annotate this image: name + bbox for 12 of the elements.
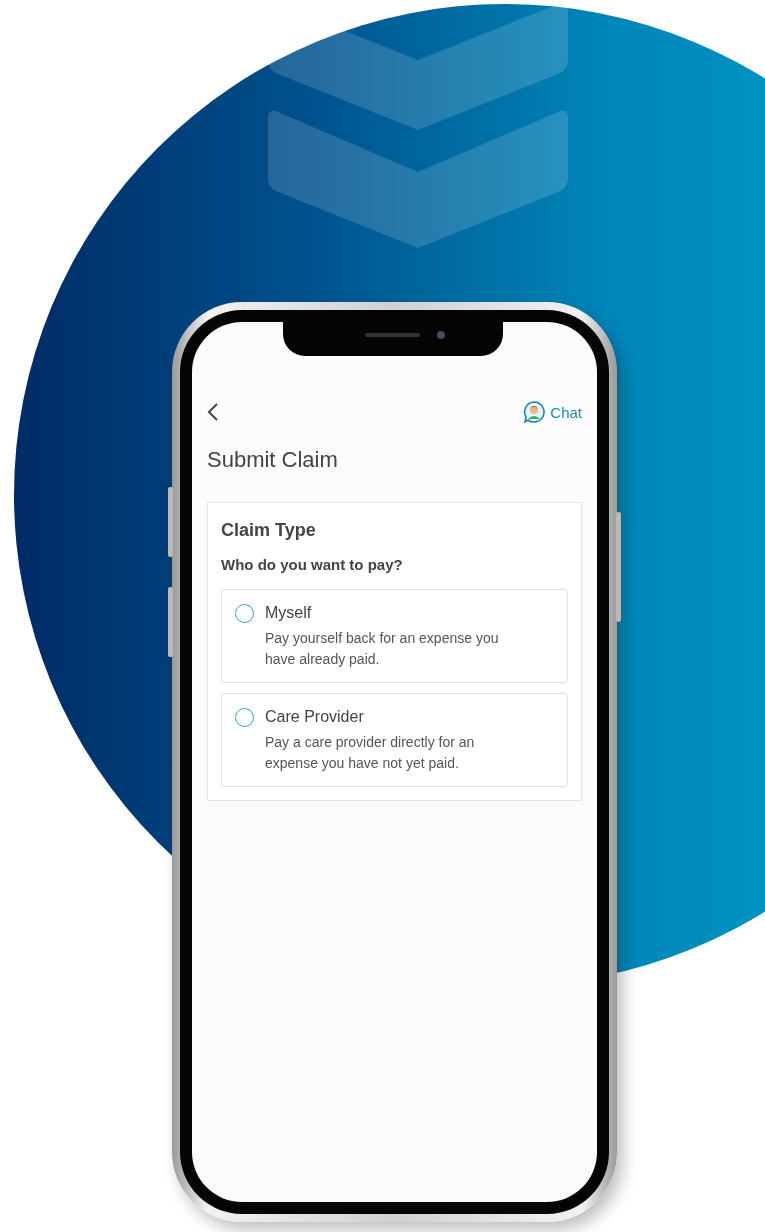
option-label: Myself	[265, 603, 313, 623]
option-label: Care Provider	[265, 707, 365, 727]
option-description: Pay a care provider directly for an expense you have not yet paid.	[265, 733, 476, 773]
chat-avatar-icon	[523, 401, 546, 423]
back-button[interactable]	[207, 402, 219, 422]
option-card[interactable]: Myself Pay yourself back for an expense you have already paid.	[221, 589, 568, 683]
card-heading: Claim Type	[221, 519, 317, 542]
question-label: Who do you want to pay?	[221, 555, 404, 575]
chat-button[interactable]: Chat	[523, 401, 582, 423]
option-description: Pay yourself back for an expense you have already paid.	[265, 629, 500, 669]
option-card[interactable]: Care Provider Pay a care provider directly for an expense you have not yet paid.	[221, 693, 568, 787]
page-title: Submit Claim	[207, 446, 339, 474]
